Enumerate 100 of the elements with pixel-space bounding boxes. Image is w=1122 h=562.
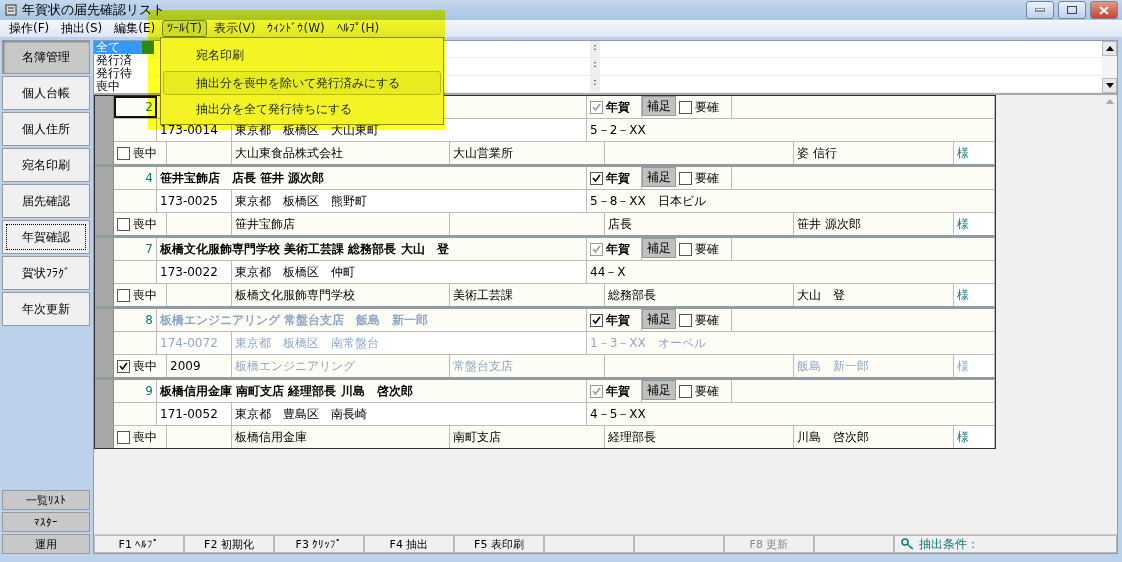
checkbox-label: 喪中 — [133, 286, 157, 304]
sidebar-button[interactable]: 年賀確認 — [2, 220, 90, 254]
up-arrow-icon — [1105, 46, 1114, 51]
postal-code: 174-0072 — [157, 332, 232, 354]
checkbox[interactable] — [117, 217, 130, 231]
checkbox-label: 年賀 — [606, 98, 630, 116]
address-text: 東京都 板橋区 熊野町 — [232, 190, 587, 212]
checkbox[interactable] — [679, 100, 692, 114]
checkbox[interactable] — [117, 146, 130, 160]
close-icon — [1099, 5, 1109, 15]
checkbox-label: 要確 — [695, 382, 719, 400]
job-title: 店長 — [605, 213, 794, 235]
checkbox[interactable] — [679, 242, 692, 256]
sidebar-button[interactable]: 運用 — [2, 534, 90, 554]
recipient-name: 笹井宝飾店 店長 笹井 源次郎 — [157, 167, 587, 189]
branch-name: 大山営業所 — [450, 142, 605, 164]
supplement-button[interactable]: 補足 — [642, 167, 676, 187]
record-number: 4 — [114, 167, 157, 189]
checkbox[interactable] — [679, 384, 692, 398]
year-text: 2009 — [167, 355, 232, 377]
close-button[interactable] — [1090, 1, 1118, 19]
tick-icon — [119, 361, 128, 371]
colon-text: : — [590, 58, 600, 75]
checkbox-label: 要確 — [695, 240, 719, 258]
branch-name: 南町支店 — [450, 426, 605, 448]
menu-item[interactable]: 操作(F) — [4, 20, 55, 37]
menu-item[interactable]: 抽出(S) — [56, 20, 108, 37]
supplement-button[interactable]: 補足 — [642, 96, 676, 116]
window-title: 年賀状の届先確認リスト — [22, 1, 166, 19]
recipient-name: 板橋信用金庫 南町支店 経理部長 川島 啓次郎 — [157, 380, 587, 402]
scrollbar[interactable] — [1102, 41, 1117, 93]
minimize-icon — [1035, 8, 1045, 12]
checkbox[interactable] — [117, 359, 130, 373]
job-title: 総務部長 — [605, 284, 794, 306]
function-key-button[interactable]: F2 初期化 — [184, 535, 274, 553]
maximize-icon — [1067, 6, 1077, 14]
checkbox[interactable] — [117, 288, 130, 302]
checkbox-label: 年賀 — [606, 311, 630, 329]
app-icon — [4, 3, 18, 17]
supplement-button[interactable]: 補足 — [642, 238, 676, 258]
company-name: 笹井宝飾店 — [232, 213, 450, 235]
checkbox[interactable] — [679, 171, 692, 185]
checkbox[interactable] — [679, 313, 692, 327]
sidebar-button[interactable]: 届先確認 — [2, 184, 90, 218]
checkbox-label: 喪中 — [133, 144, 157, 162]
company-name: 大山東食品株式会社 — [232, 142, 450, 164]
checkbox-label: 喪中 — [133, 215, 157, 233]
postal-code: 171-0052 — [157, 403, 232, 425]
company-name: 板橋エンジニアリング — [232, 355, 450, 377]
address-text: 5－2－XX — [587, 119, 995, 141]
postal-code: 173-0022 — [157, 261, 232, 283]
checkbox-label: 年賀 — [606, 382, 630, 400]
sidebar-button[interactable]: 個人住所 — [2, 112, 90, 146]
checkbox-label: 年賀 — [606, 240, 630, 258]
supplement-button[interactable]: 補足 — [642, 309, 676, 329]
function-key-button[interactable]: F4 抽出 — [364, 535, 454, 553]
checkbox-label: 要確 — [695, 98, 719, 116]
supplement-button[interactable]: 補足 — [642, 380, 676, 400]
sidebar-button[interactable]: ﾏｽﾀｰ — [2, 512, 90, 532]
branch-name: 美術工芸課 — [450, 284, 605, 306]
checkbox[interactable] — [117, 430, 130, 444]
colon-text: : — [590, 75, 600, 92]
down-arrow-icon — [1105, 83, 1114, 88]
maximize-button[interactable] — [1058, 1, 1086, 19]
checkbox-label: 喪中 — [133, 428, 157, 446]
sidebar-button[interactable]: 宛名印刷 — [2, 148, 90, 182]
checkbox-label: 喪中 — [133, 357, 157, 375]
address-text: 4－5－XX — [587, 403, 995, 425]
job-title: 経理部長 — [605, 426, 794, 448]
address-text: 東京都 板橋区 仲町 — [232, 261, 587, 283]
address-text: 1－3－XX オーベル — [587, 332, 995, 354]
sidebar-button[interactable]: 一覧ﾘｽﾄ — [2, 490, 90, 510]
address-text: 東京都 板橋区 南常盤台 — [232, 332, 587, 354]
status-label: 抽出条件： — [919, 535, 979, 553]
sidebar-button[interactable]: 賀状ﾌﾗｸﾞ — [2, 256, 90, 290]
address-text: 44－X — [587, 261, 995, 283]
record-number: 9 — [114, 380, 157, 402]
honorific-text: 様 — [954, 355, 995, 377]
recipient-name: 板橋文化服飾専門学校 美術工芸課 総務部長 大山 登 — [157, 238, 587, 260]
postal-code: 173-0025 — [157, 190, 232, 212]
branch-name: 常盤台支店 — [450, 355, 605, 377]
sidebar-button[interactable]: 個人台帳 — [2, 76, 90, 110]
honorific-text: 様 — [954, 213, 995, 235]
address-text: 5－8－XX 日本ビル — [587, 190, 995, 212]
checkbox-label: 要確 — [695, 169, 719, 187]
checkbox-label: 年賀 — [606, 169, 630, 187]
record-number: 8 — [114, 309, 157, 331]
honorific-text: 様 — [954, 426, 995, 448]
honorific-text: 様 — [954, 284, 995, 306]
record-number: 7 — [114, 238, 157, 260]
checkbox-label: 要確 — [695, 311, 719, 329]
function-key-button[interactable]: F1 ﾍﾙﾌﾟ — [94, 535, 184, 553]
company-name: 板橋文化服飾専門学校 — [232, 284, 450, 306]
sidebar-button[interactable]: 名簿管理 — [2, 40, 90, 74]
function-key-button[interactable]: F5 表印刷 — [454, 535, 544, 553]
sidebar-button[interactable]: 年次更新 — [2, 292, 90, 326]
function-key-button[interactable]: F3 ｸﾘｯﾌﾟ — [274, 535, 364, 553]
address-text: 東京都 豊島区 南長崎 — [232, 403, 587, 425]
company-name: 板橋信用金庫 — [232, 426, 450, 448]
colon-text: : — [590, 41, 600, 58]
